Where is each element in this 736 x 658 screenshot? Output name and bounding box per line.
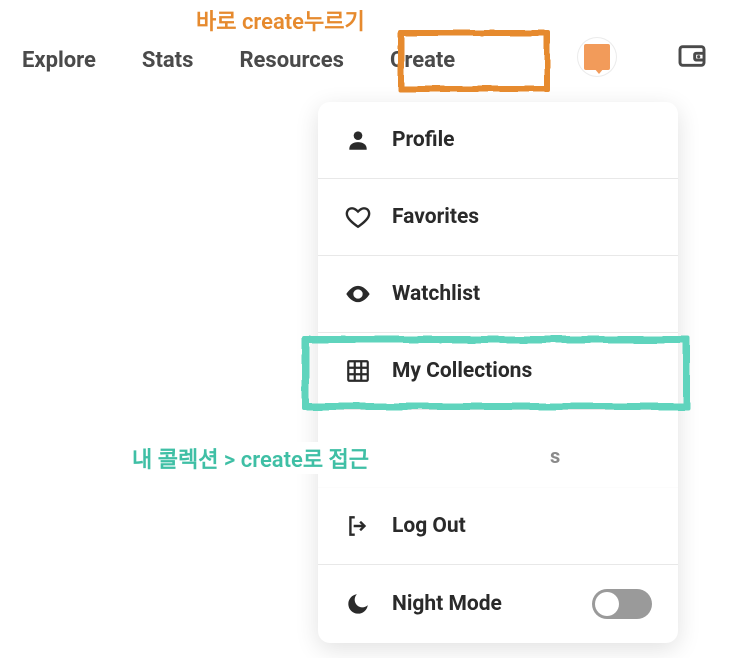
night-mode-toggle[interactable] bbox=[592, 589, 652, 619]
menu-profile[interactable]: Profile bbox=[318, 102, 678, 179]
grid-icon bbox=[344, 357, 372, 385]
menu-watchlist-label: Watchlist bbox=[392, 282, 480, 306]
moon-icon bbox=[344, 590, 372, 618]
menu-favorites-label: Favorites bbox=[392, 205, 479, 229]
annotation-collections-text: 내 콜렉션 > create로 접근 bbox=[130, 442, 371, 474]
menu-profile-label: Profile bbox=[392, 128, 454, 152]
menu-log-out[interactable]: Log Out bbox=[318, 488, 678, 565]
menu-log-out-label: Log Out bbox=[392, 514, 466, 538]
menu-hidden-item[interactable] bbox=[318, 410, 678, 488]
toggle-knob bbox=[595, 592, 619, 616]
annotation-create: 바로 create누르기 bbox=[192, 4, 369, 36]
annotation-tail-char: s bbox=[550, 444, 560, 468]
menu-night-mode[interactable]: Night Mode bbox=[318, 565, 678, 643]
heart-icon bbox=[344, 203, 372, 231]
top-nav: Explore Stats Resources Create bbox=[0, 30, 736, 90]
wallet-icon[interactable] bbox=[676, 40, 708, 72]
menu-night-mode-label: Night Mode bbox=[392, 592, 502, 616]
profile-dropdown: Profile Favorites Watchlist bbox=[318, 102, 678, 643]
nav-explore[interactable]: Explore bbox=[22, 48, 96, 73]
person-icon bbox=[344, 126, 372, 154]
avatar-button[interactable] bbox=[578, 38, 616, 76]
menu-my-collections-label: My Collections bbox=[392, 359, 532, 383]
nav-stats[interactable]: Stats bbox=[142, 48, 194, 73]
menu-favorites[interactable]: Favorites bbox=[318, 179, 678, 256]
nav-resources[interactable]: Resources bbox=[239, 48, 344, 73]
nav-create[interactable]: Create bbox=[390, 48, 455, 73]
logout-icon bbox=[344, 512, 372, 540]
menu-watchlist[interactable]: Watchlist bbox=[318, 256, 678, 333]
eye-icon bbox=[344, 280, 372, 308]
menu-my-collections[interactable]: My Collections bbox=[318, 333, 678, 410]
avatar-image bbox=[584, 44, 610, 70]
